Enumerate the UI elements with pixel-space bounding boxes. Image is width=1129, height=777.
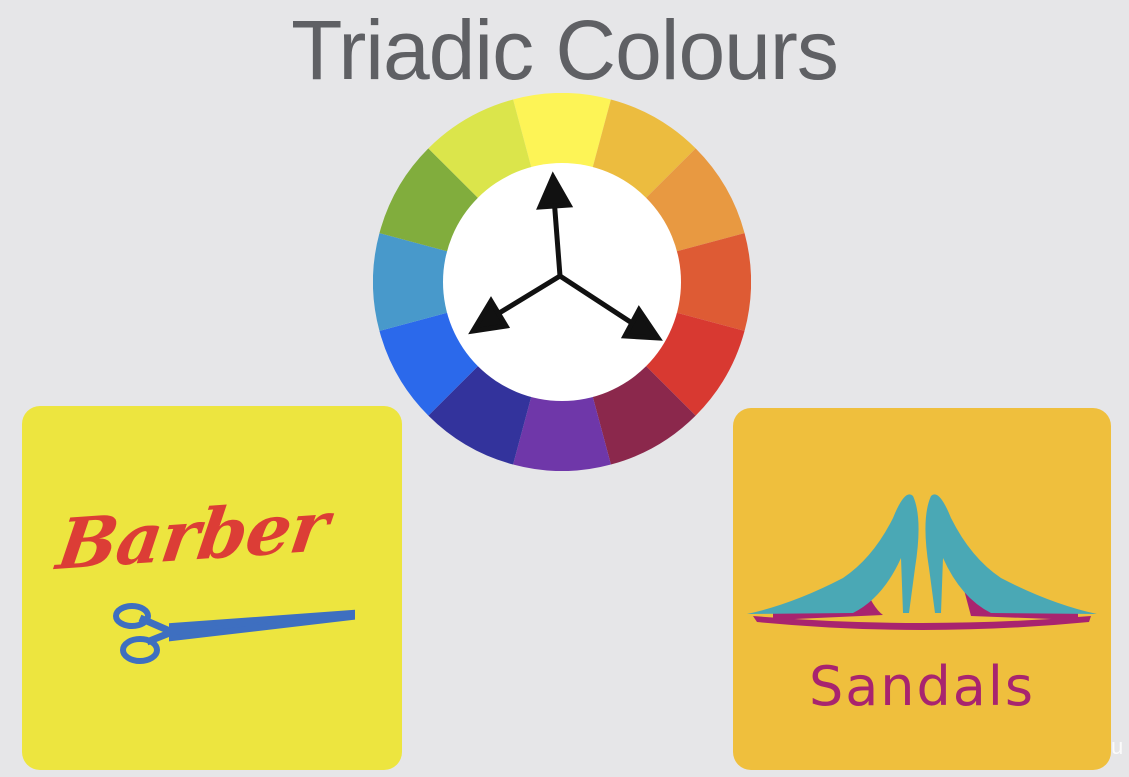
- color-wheel: [373, 93, 751, 471]
- sandals-logo-text: Sandals: [808, 655, 1036, 718]
- slide-title: Triadic Colours: [291, 3, 839, 97]
- barber-logo-tile: [22, 406, 402, 770]
- barber-background: [22, 406, 402, 770]
- watermark: u: [1111, 734, 1124, 759]
- barber-logo: [22, 406, 402, 770]
